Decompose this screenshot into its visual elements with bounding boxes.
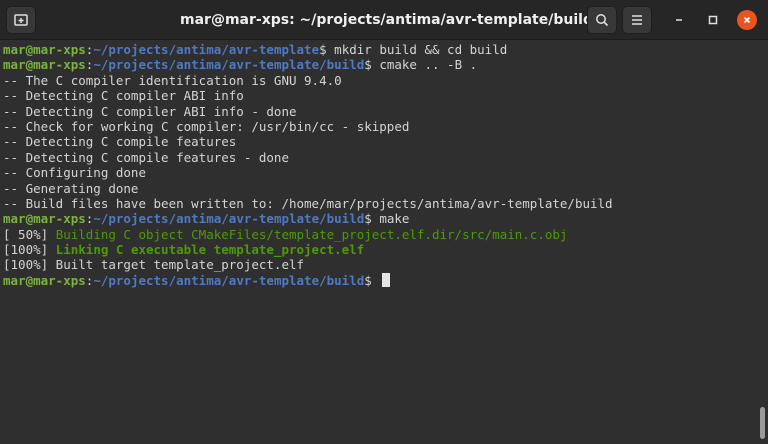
search-icon: [596, 14, 609, 27]
output-line: -- Detecting C compile features: [3, 134, 237, 150]
prompt-dollar: $: [364, 57, 372, 73]
terminal-output[interactable]: mar@mar-xps:~/projects/antima/avr-templa…: [0, 40, 768, 444]
make-output-line: [100%] Linking C executable template_pro…: [3, 242, 613, 257]
hamburger-menu-icon: [632, 15, 642, 25]
output-line: -- Detecting C compiler ABI info: [3, 88, 244, 104]
make-output-line: [100%] Built target template_project.elf: [3, 257, 305, 273]
progress-percent: [ 50%]: [3, 226, 56, 242]
close-icon: [743, 16, 751, 24]
prompt-line: mar@mar-xps:~/projects/antima/avr-templa…: [3, 42, 613, 57]
scrollbar[interactable]: [760, 407, 765, 439]
new-tab-icon: [14, 14, 28, 26]
minimize-button[interactable]: [669, 10, 689, 30]
output-line: -- Detecting C compile features - done: [3, 149, 289, 165]
title-bar: mar@mar-xps: ~/projects/antima/avr-templ…: [0, 0, 768, 40]
maximize-icon: [708, 15, 718, 25]
prompt-path: ~/projects/antima/avr-template/build: [93, 211, 365, 227]
menu-button[interactable]: [622, 6, 652, 34]
search-button[interactable]: [587, 6, 617, 34]
prompt-user: mar@mar-xps: [3, 57, 86, 73]
build-step-text: Building C object CMakeFiles/template_pr…: [55, 226, 568, 242]
output-line: -- Build files have been written to: /ho…: [3, 195, 613, 211]
terminal-window: mar@mar-xps: ~/projects/antima/avr-templ…: [0, 0, 768, 444]
prompt-line: mar@mar-xps:~/projects/antima/avr-templa…: [3, 272, 613, 288]
prompt-path: ~/projects/antima/avr-template/build: [93, 272, 365, 288]
command-text: cmake .. -B .: [371, 57, 478, 73]
output-line: -- Generating done: [3, 180, 139, 196]
command-text: make: [371, 211, 410, 227]
text-cursor: [382, 272, 391, 287]
prompt-path: ~/projects/antima/avr-template/build: [93, 57, 365, 73]
minimize-icon: [676, 19, 682, 21]
make-output-line: [ 50%] Building C object CMakeFiles/temp…: [3, 227, 613, 242]
prompt-path: ~/projects/antima/avr-template: [93, 42, 320, 57]
close-button[interactable]: [737, 10, 757, 30]
prompt-user: mar@mar-xps: [3, 211, 86, 227]
window-title: mar@mar-xps: ~/projects/antima/avr-templ…: [180, 12, 593, 28]
prompt-dollar: $: [364, 272, 372, 288]
command-text: [372, 273, 380, 288]
prompt-dollar: $: [319, 42, 327, 57]
output-line: -- Detecting C compiler ABI info - done: [3, 103, 297, 119]
output-line: -- The C compiler identification is GNU …: [3, 72, 342, 88]
prompt-dollar: $: [364, 211, 372, 227]
prompt-user: mar@mar-xps: [3, 272, 86, 288]
prompt-user: mar@mar-xps: [3, 42, 86, 57]
output-line: -- Configuring done: [3, 165, 146, 181]
prompt-line: mar@mar-xps:~/projects/antima/avr-templa…: [3, 57, 613, 72]
link-step-text: Linking C executable template_project.el…: [55, 242, 365, 258]
new-tab-button[interactable]: [6, 6, 36, 34]
command-text: mkdir build && cd build: [326, 42, 508, 57]
prompt-line: mar@mar-xps:~/projects/antima/avr-templa…: [3, 211, 613, 226]
maximize-button[interactable]: [703, 10, 723, 30]
progress-percent: [100%]: [3, 242, 56, 258]
output-line: -- Check for working C compiler: /usr/bi…: [3, 118, 410, 134]
